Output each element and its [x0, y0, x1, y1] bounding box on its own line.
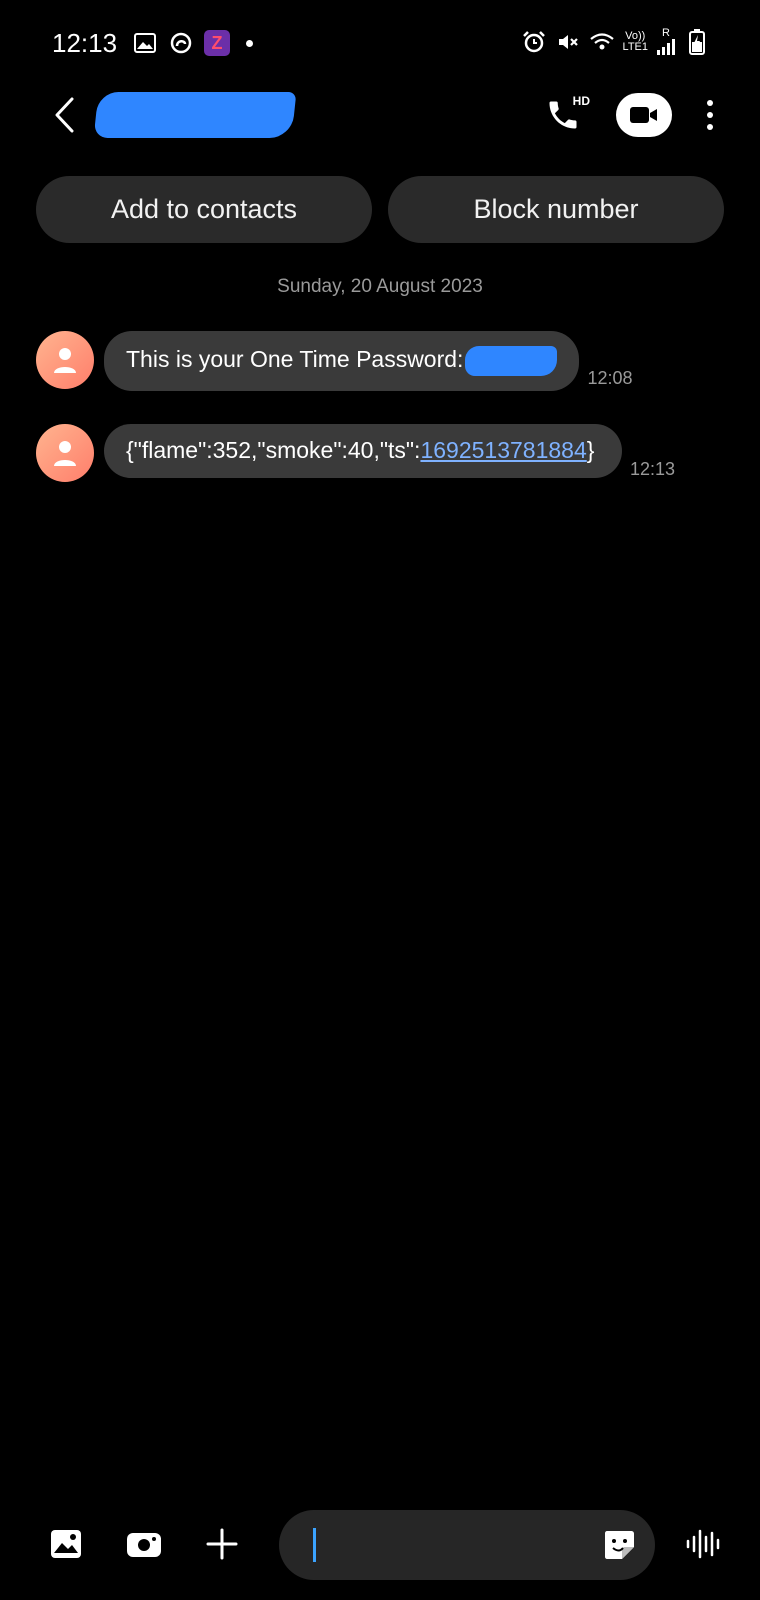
- voice-record-button[interactable]: [680, 1520, 728, 1568]
- more-options-button[interactable]: [700, 90, 720, 140]
- sticker-icon: [605, 1531, 634, 1559]
- message-bubble[interactable]: This is your One Time Password:: [104, 331, 580, 391]
- notification-dot: [246, 39, 253, 47]
- message-row: {"flame":352,"smoke":40,"ts":16925137818…: [36, 424, 675, 482]
- person-icon: [54, 441, 76, 466]
- avatar[interactable]: [36, 424, 94, 482]
- person-icon: [54, 348, 76, 373]
- message-row: This is your One Time Password: 12:08: [36, 331, 633, 391]
- timestamp-link[interactable]: 1692513781884: [420, 437, 586, 463]
- text-cursor: [313, 1528, 316, 1562]
- more-options-icon: [707, 100, 713, 106]
- voice-record-icon: [686, 1529, 720, 1559]
- video-call-icon: [630, 107, 657, 123]
- signal-icon: R: [656, 28, 676, 55]
- add-attachment-button[interactable]: [198, 1520, 246, 1568]
- message-text-prefix: {"flame":352,"smoke":40,"ts":: [126, 437, 421, 463]
- message-text-suffix: }: [586, 437, 595, 463]
- message-input[interactable]: [309, 1528, 573, 1564]
- status-left-icons: Z: [132, 30, 253, 56]
- header-actions: HD: [538, 90, 720, 140]
- volte-icon: Vo)) LTE1: [622, 29, 648, 53]
- composer-bar: [0, 1510, 760, 1580]
- alarm-icon: [521, 29, 547, 55]
- status-right-icons: Vo)) LTE1 R: [521, 28, 710, 55]
- message-time: 12:13: [630, 459, 676, 479]
- camera-button[interactable]: [120, 1520, 168, 1568]
- status-time: 12:13: [52, 28, 118, 58]
- otp-redacted: [465, 346, 558, 376]
- z-app-icon: Z: [204, 30, 230, 56]
- contact-actions: Add to contacts Block number: [36, 176, 724, 243]
- add-to-contacts-button[interactable]: Add to contacts: [36, 176, 372, 243]
- block-number-button[interactable]: Block number: [388, 176, 724, 243]
- message-bubble[interactable]: {"flame":352,"smoke":40,"ts":16925137818…: [104, 424, 622, 478]
- avatar[interactable]: [36, 331, 94, 389]
- hd-call-button[interactable]: HD: [538, 90, 590, 140]
- back-button[interactable]: [44, 90, 84, 140]
- hd-label: HD: [572, 94, 590, 108]
- video-call-button[interactable]: [616, 93, 672, 137]
- contact-name-redacted[interactable]: [93, 92, 297, 138]
- camera-icon: [127, 1533, 161, 1557]
- conversation-header: HD: [0, 80, 760, 150]
- sync-icon: [168, 30, 194, 56]
- sticker-button[interactable]: [599, 1524, 641, 1566]
- gallery-button[interactable]: [42, 1520, 90, 1568]
- message-text: This is your One Time Password:: [126, 346, 464, 373]
- message-input-box[interactable]: [279, 1510, 655, 1580]
- gallery-icon: [132, 30, 158, 56]
- message-time: 12:08: [587, 368, 633, 388]
- status-bar: 12:13 Z Vo)) LTE1 R: [0, 22, 760, 66]
- wifi-icon: [589, 29, 615, 55]
- gallery-icon: [51, 1530, 81, 1558]
- mute-icon: [555, 29, 581, 55]
- date-separator: Sunday, 20 August 2023: [277, 276, 483, 297]
- plus-icon: [206, 1528, 238, 1560]
- roaming-indicator: R: [662, 27, 670, 39]
- back-arrow-icon: [55, 97, 74, 133]
- battery-charging-icon: [684, 28, 710, 55]
